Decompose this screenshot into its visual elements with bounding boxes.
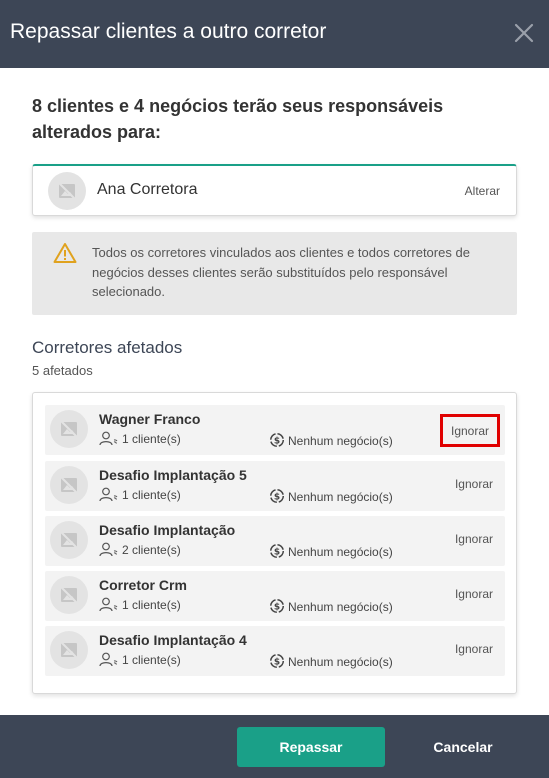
broker-name: Desafio Implantação 5: [99, 467, 247, 483]
image-placeholder-icon: [59, 530, 79, 550]
list-item: Corretor Crm 1 cliente(s) $ Nenhum negóci…: [45, 571, 505, 621]
broker-clients: 1 cliente(s): [99, 431, 181, 446]
svg-text:$: $: [274, 436, 280, 446]
broker-deals: $ Nenhum negócio(s): [269, 432, 393, 448]
person-icon: [99, 487, 118, 502]
ignore-button[interactable]: Ignorar: [455, 532, 493, 546]
money-cycle-icon: $: [269, 598, 285, 614]
clients-count: 1 cliente(s): [122, 653, 181, 667]
ignore-button[interactable]: Ignorar: [455, 587, 493, 601]
broker-clients: 1 cliente(s): [99, 597, 181, 612]
warning-text: Todos os corretores vinculados aos clien…: [92, 245, 470, 299]
modal-header: Repassar clientes a outro corretor: [0, 0, 549, 68]
ignore-button[interactable]: Ignorar: [455, 642, 493, 656]
list-item: Desafio Implantação 5 1 cliente(s) $ Nenh…: [45, 461, 505, 511]
clients-count: 2 cliente(s): [122, 543, 181, 557]
close-icon[interactable]: [513, 22, 535, 44]
deals-count: Nenhum negócio(s): [288, 655, 393, 669]
svg-text:$: $: [274, 547, 280, 557]
money-cycle-icon: $: [269, 432, 285, 448]
list-item: Wagner Franco 1 cliente(s) $ Nenhum negóc…: [45, 405, 505, 455]
broker-name: Desafio Implantação: [99, 522, 236, 538]
broker-deals: $ Nenhum negócio(s): [269, 653, 393, 669]
summary-heading: 8 clientes e 4 negócios terão seus respo…: [32, 96, 444, 142]
broker-deals: $ Nenhum negócio(s): [269, 543, 393, 559]
deals-count: Nenhum negócio(s): [288, 600, 393, 614]
ignore-button[interactable]: Ignorar: [455, 477, 493, 491]
svg-text:$: $: [274, 602, 280, 612]
clients-count: 1 cliente(s): [122, 488, 181, 502]
avatar: [50, 410, 88, 448]
warning-triangle-icon: [53, 243, 77, 263]
affected-brokers-list: Wagner Franco 1 cliente(s) $ Nenhum negóc…: [32, 392, 517, 694]
money-cycle-icon: $: [269, 543, 285, 559]
cancel-button[interactable]: Cancelar: [426, 727, 500, 767]
broker-name: Corretor Crm: [99, 577, 187, 593]
alter-button[interactable]: Alterar: [465, 184, 500, 198]
affected-count: 5 afetados: [32, 363, 93, 378]
broker-name: Desafio Implantação 4: [99, 632, 247, 648]
selected-broker-name: Ana Corretora: [97, 181, 198, 198]
broker-clients: 1 cliente(s): [99, 487, 181, 502]
person-icon: [99, 597, 118, 612]
modal-title: Repassar clientes a outro corretor: [10, 20, 327, 43]
broker-deals: $ Nenhum negócio(s): [269, 598, 393, 614]
list-item: Desafio Implantação 2 cliente(s) $ Nenhum…: [45, 516, 505, 566]
avatar: [50, 576, 88, 614]
warning-box: Todos os corretores vinculados aos clien…: [32, 232, 517, 315]
deals-count: Nenhum negócio(s): [288, 545, 393, 559]
avatar: [48, 172, 86, 210]
person-icon: [99, 652, 118, 667]
broker-clients: 1 cliente(s): [99, 652, 181, 667]
avatar: [50, 521, 88, 559]
clients-count: 1 cliente(s): [122, 598, 181, 612]
broker-clients: 2 cliente(s): [99, 542, 181, 557]
deals-count: Nenhum negócio(s): [288, 490, 393, 504]
image-placeholder-icon: [59, 640, 79, 660]
selected-broker-card: Ana Corretora Alterar: [32, 164, 517, 216]
money-cycle-icon: $: [269, 488, 285, 504]
person-icon: [99, 431, 118, 446]
avatar: [50, 466, 88, 504]
ignore-button[interactable]: Ignorar: [440, 414, 500, 447]
image-placeholder-icon: [59, 419, 79, 439]
avatar: [50, 631, 88, 669]
broker-deals: $ Nenhum negócio(s): [269, 488, 393, 504]
modal-body: 8 clientes e 4 negócios terão seus respo…: [0, 68, 549, 715]
image-placeholder-icon: [59, 475, 79, 495]
image-placeholder-icon: [59, 585, 79, 605]
svg-text:$: $: [274, 492, 280, 502]
money-cycle-icon: $: [269, 653, 285, 669]
deals-count: Nenhum negócio(s): [288, 434, 393, 448]
repassar-button[interactable]: Repassar: [237, 727, 385, 767]
person-icon: [99, 542, 118, 557]
image-placeholder-icon: [57, 181, 77, 201]
svg-text:$: $: [274, 657, 280, 667]
list-item: Desafio Implantação 4 1 cliente(s) $ Nenh…: [45, 626, 505, 676]
modal-footer: Repassar Cancelar: [0, 715, 549, 778]
broker-name: Wagner Franco: [99, 411, 201, 427]
clients-count: 1 cliente(s): [122, 432, 181, 446]
affected-section-title: Corretores afetados: [32, 338, 183, 357]
